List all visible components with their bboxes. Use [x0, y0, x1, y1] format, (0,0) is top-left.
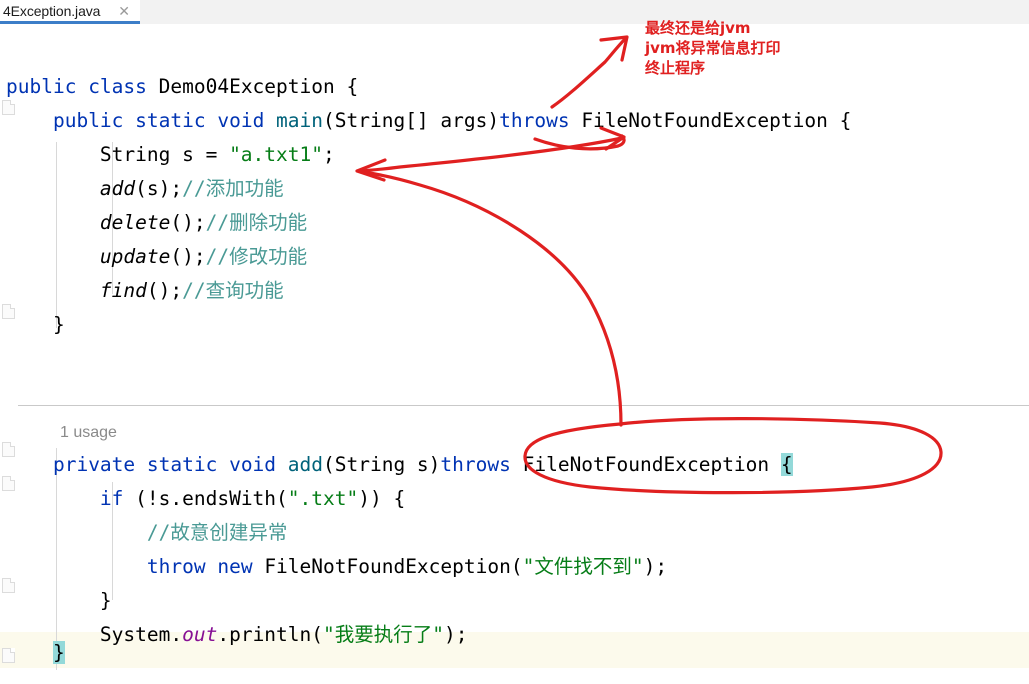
code-token: //故意创建异常: [146, 521, 288, 544]
code-token: "文件找不到": [522, 555, 644, 578]
line-if-endswith[interactable]: if (!s.endsWith(".txt")) {: [0, 482, 1029, 516]
tab-label: 4Exception.java: [3, 2, 101, 19]
member-separator: [18, 405, 1029, 406]
line-string-s[interactable]: String s = "a.txt1";: [0, 138, 1029, 172]
usages-hint[interactable]: 1 usage: [60, 424, 117, 442]
code-token: //添加功能: [182, 177, 284, 200]
code-token: new: [217, 555, 265, 578]
code-editor[interactable]: 1 usage public class Demo04Exception { p…: [0, 24, 1029, 684]
line-find-call[interactable]: find();//查询功能: [0, 274, 1029, 308]
editor-tab-bar: 4Exception.java ✕: [0, 0, 1029, 25]
code-token: //查询功能: [182, 279, 284, 302]
code-token: (s);: [135, 177, 183, 200]
line-class-decl[interactable]: public class Demo04Exception {: [0, 70, 1029, 104]
code-token: ();: [146, 279, 183, 302]
code-token: throws: [499, 109, 582, 132]
tab-4exception-java[interactable]: 4Exception.java ✕: [0, 0, 140, 24]
code-token: {: [780, 453, 793, 476]
line-update-call[interactable]: update();//修改功能: [0, 240, 1029, 274]
code-token: ;: [322, 143, 335, 166]
code-token: //删除功能: [205, 211, 308, 234]
code-token: add: [287, 453, 324, 476]
code-token: main: [276, 109, 324, 132]
code-token: FileNotFoundException {: [581, 109, 852, 132]
line-add-call[interactable]: add(s);//添加功能: [0, 172, 1029, 206]
code-token: //修改功能: [205, 245, 308, 268]
line-delete-call[interactable]: delete();//删除功能: [0, 206, 1029, 240]
code-block-main-method[interactable]: public class Demo04Exception { public st…: [0, 70, 1029, 342]
code-token: static: [146, 453, 230, 476]
code-token: "a.txt1": [229, 143, 323, 166]
code-token: void: [217, 109, 277, 132]
code-token: throw: [146, 555, 218, 578]
code-token: void: [229, 453, 288, 476]
line-main-decl[interactable]: public static void main(String[] args)th…: [0, 104, 1029, 138]
code-token: ();: [170, 211, 206, 234]
line-add-decl[interactable]: private static void add(String s)throws …: [0, 448, 1029, 482]
code-token: ();: [170, 245, 206, 268]
line-add-close[interactable]: }: [0, 636, 1029, 670]
code-token: update: [99, 245, 171, 268]
code-token: find: [99, 279, 147, 302]
code-token: String s =: [99, 143, 230, 166]
code-token: if: [99, 487, 136, 510]
code-token: ".txt": [287, 487, 359, 510]
code-token: );: [643, 555, 668, 578]
code-token: throws: [440, 453, 523, 476]
code-token: add: [99, 177, 136, 200]
code-token: FileNotFoundException: [522, 453, 781, 476]
code-token: private: [52, 453, 147, 476]
code-token: class: [88, 75, 159, 98]
handwritten-note-jvm: 最终还是给jvm jvm将异常信息打印 终止程序: [645, 19, 781, 77]
line-throw-new[interactable]: throw new FileNotFoundException("文件找不到")…: [0, 550, 1029, 584]
code-token: )) {: [358, 487, 406, 510]
line-comment-create[interactable]: //故意创建异常: [0, 516, 1029, 550]
code-block-add-method[interactable]: private static void add(String s)throws …: [0, 448, 1029, 652]
line-main-close[interactable]: }: [0, 308, 1029, 342]
code-token: (String[] args): [323, 109, 500, 132]
line-if-close[interactable]: }: [0, 584, 1029, 618]
code-token: static: [135, 109, 218, 132]
code-token: (String s): [323, 453, 441, 476]
code-token: public: [6, 75, 89, 98]
code-token: }: [52, 313, 65, 336]
code-token: (!s.endsWith(: [135, 487, 288, 510]
code-token: delete: [99, 211, 171, 234]
code-token: FileNotFoundException(: [264, 555, 523, 578]
code-token: Demo04Exception {: [158, 75, 359, 98]
close-icon[interactable]: ✕: [118, 3, 130, 19]
code-token: }: [52, 641, 65, 664]
code-token: public: [52, 109, 136, 132]
code-line-class-close[interactable]: }: [0, 636, 1029, 670]
code-token: }: [99, 589, 112, 612]
